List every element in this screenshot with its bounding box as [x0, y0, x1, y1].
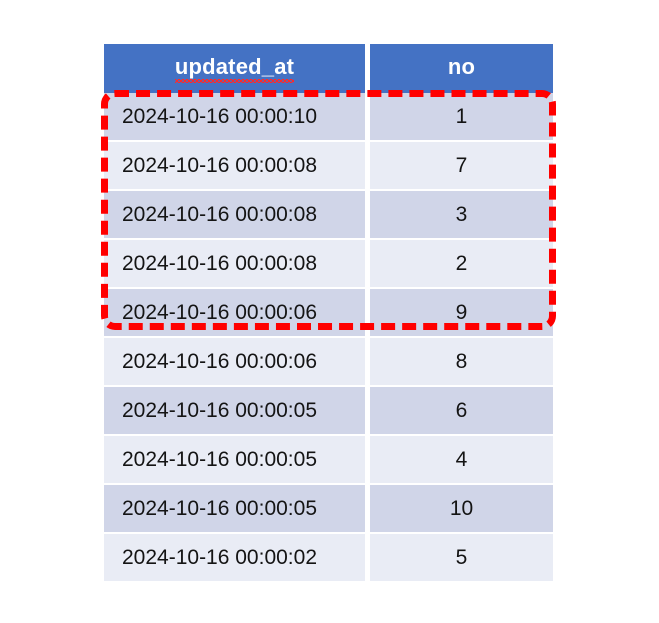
cell-updated-at: 2024-10-16 00:00:06 — [104, 338, 370, 387]
cell-updated-at: 2024-10-16 00:00:10 — [104, 93, 370, 142]
cell-no: 10 — [370, 485, 553, 534]
spellcheck-squiggle-icon — [174, 79, 295, 83]
column-header-no[interactable]: no — [370, 44, 553, 93]
table-row[interactable]: 2024-10-16 00:00:05 6 — [104, 387, 553, 436]
cell-updated-at: 2024-10-16 00:00:05 — [104, 436, 370, 485]
cell-no: 1 — [370, 93, 553, 142]
table-header-row: updated_at no — [104, 44, 553, 93]
table-row[interactable]: 2024-10-16 00:00:10 1 — [104, 93, 553, 142]
table-row[interactable]: 2024-10-16 00:00:05 4 — [104, 436, 553, 485]
cell-no: 6 — [370, 387, 553, 436]
table-row[interactable]: 2024-10-16 00:00:06 8 — [104, 338, 553, 387]
cell-no: 7 — [370, 142, 553, 191]
table-row[interactable]: 2024-10-16 00:00:08 3 — [104, 191, 553, 240]
cell-updated-at: 2024-10-16 00:00:05 — [104, 485, 370, 534]
cell-no: 8 — [370, 338, 553, 387]
column-header-no-label-wrap: no — [448, 54, 475, 83]
table-row[interactable]: 2024-10-16 00:00:02 5 — [104, 534, 553, 583]
table-row[interactable]: 2024-10-16 00:00:08 7 — [104, 142, 553, 191]
table-header: updated_at no — [104, 44, 553, 93]
cell-no: 5 — [370, 534, 553, 583]
query-result-table-container: updated_at no 2024-10-16 00:00:10 1 2024… — [104, 44, 553, 583]
cell-updated-at: 2024-10-16 00:00:05 — [104, 387, 370, 436]
query-result-table: updated_at no 2024-10-16 00:00:10 1 2024… — [104, 44, 553, 583]
cell-updated-at: 2024-10-16 00:00:08 — [104, 240, 370, 289]
cell-no: 2 — [370, 240, 553, 289]
table-row[interactable]: 2024-10-16 00:00:08 2 — [104, 240, 553, 289]
cell-updated-at: 2024-10-16 00:00:08 — [104, 191, 370, 240]
column-header-no-label: no — [447, 54, 476, 79]
column-header-updated-at-label-wrap: updated_at — [174, 54, 295, 83]
cell-no: 3 — [370, 191, 553, 240]
table-body: 2024-10-16 00:00:10 1 2024-10-16 00:00:0… — [104, 93, 553, 583]
table-row[interactable]: 2024-10-16 00:00:05 10 — [104, 485, 553, 534]
column-header-updated-at[interactable]: updated_at — [104, 44, 370, 93]
cell-no: 9 — [370, 289, 553, 338]
cell-updated-at: 2024-10-16 00:00:06 — [104, 289, 370, 338]
cell-no: 4 — [370, 436, 553, 485]
table-row[interactable]: 2024-10-16 00:00:06 9 — [104, 289, 553, 338]
cell-updated-at: 2024-10-16 00:00:08 — [104, 142, 370, 191]
cell-updated-at: 2024-10-16 00:00:02 — [104, 534, 370, 583]
column-header-updated-at-label: updated_at — [174, 54, 295, 79]
